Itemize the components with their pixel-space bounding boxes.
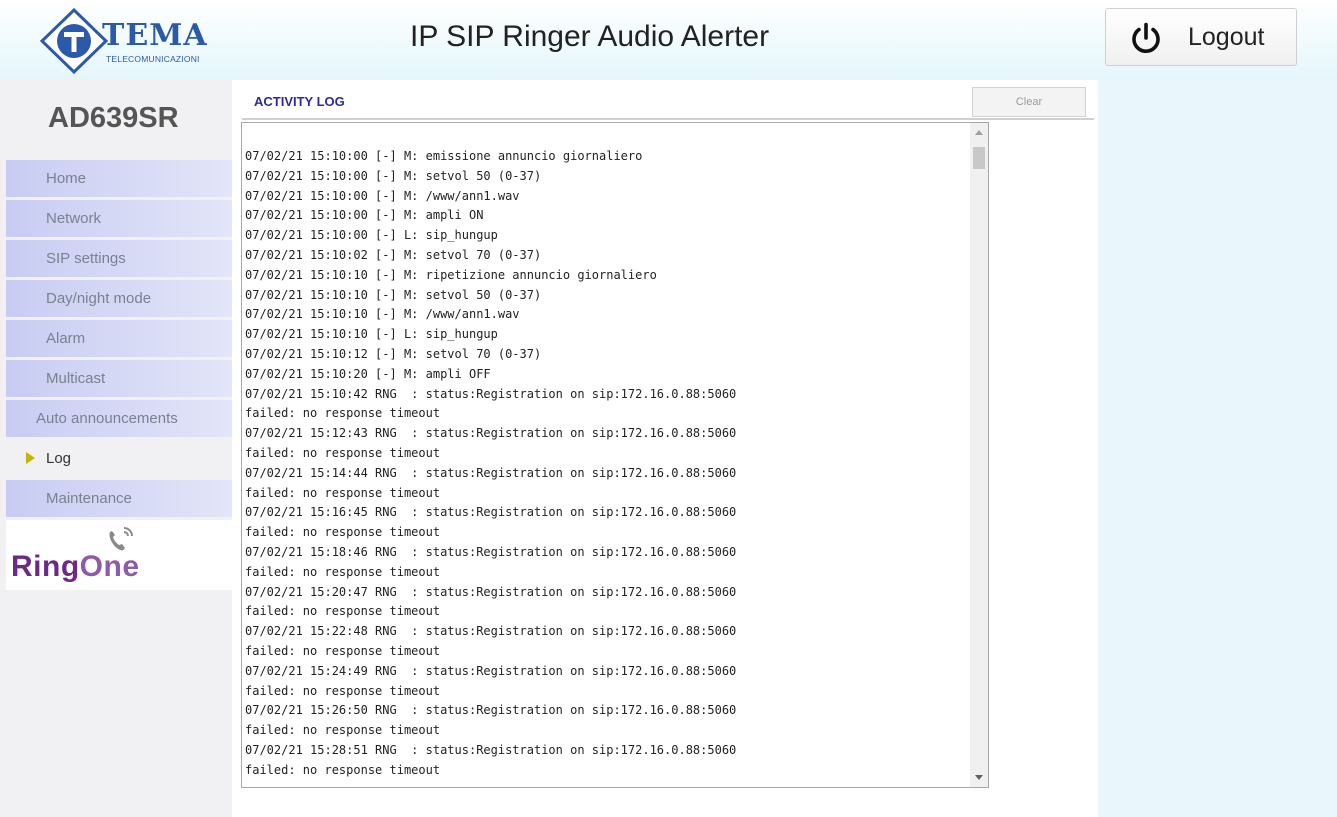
ringone-wordmark: RingOne (11, 550, 140, 584)
log-line: 07/02/21 15:24:49 RNG : status:Registrat… (245, 663, 737, 678)
sidebar-item-home[interactable]: Home (6, 160, 232, 197)
log-line: 07/02/21 15:10:12 [-] M: setvol 70 (0-37… (245, 346, 542, 361)
log-line: failed: no response timeout (245, 683, 441, 698)
sidebar-item-label: Home (46, 170, 87, 187)
log-line: 07/02/21 15:10:02 [-] M: setvol 70 (0-37… (245, 247, 542, 262)
right-panel (1098, 80, 1337, 817)
title-divider (242, 118, 1094, 120)
sidebar-item-label: Maintenance (46, 490, 132, 507)
sidebar-item-network[interactable]: Network (6, 200, 232, 237)
triangle-right-icon (26, 452, 35, 464)
log-line: 07/02/21 15:10:10 [-] M: ripetizione ann… (245, 267, 657, 282)
log-line: 07/02/21 15:28:51 RNG : status:Registrat… (245, 742, 737, 757)
log-line: 07/02/21 15:10:10 [-] M: /www/ann1.wav (245, 307, 520, 322)
log-line: failed: no response timeout (245, 723, 441, 738)
log-content: 07/02/21 15:10:00 [-] M: emissione annun… (245, 147, 965, 781)
section-title: ACTIVITY LOG (254, 94, 345, 109)
log-line: 07/02/21 15:14:44 RNG : status:Registrat… (245, 465, 737, 480)
log-line: 07/02/21 15:10:42 RNG : status:Registrat… (245, 386, 737, 401)
header-bar: TEMA TELECOMUNICAZIONI IP SIP Ringer Aud… (0, 0, 1337, 81)
log-line: failed: no response timeout (245, 406, 441, 421)
scroll-thumb[interactable] (973, 147, 985, 169)
log-line: 07/02/21 15:10:00 [-] M: emissione annun… (245, 149, 643, 163)
log-line: 07/02/21 15:18:46 RNG : status:Registrat… (245, 544, 737, 559)
log-scrollbar[interactable] (970, 123, 988, 787)
sidebar-item-label: SIP settings (46, 250, 126, 267)
sidebar-item-label: Alarm (46, 330, 86, 347)
brand-part-ring: Ring (11, 550, 80, 583)
ringone-logo: RingOne (6, 520, 232, 590)
sidebar-item-auto-announcements[interactable]: Auto announcements (6, 400, 232, 437)
sidebar-item-label: Log (46, 450, 72, 467)
log-line: 07/02/21 15:16:45 RNG : status:Registrat… (245, 505, 737, 520)
log-line: failed: no response timeout (245, 643, 441, 658)
logout-button[interactable]: Logout (1105, 8, 1297, 66)
log-line: 07/02/21 15:22:48 RNG : status:Registrat… (245, 624, 737, 639)
log-line: failed: no response timeout (245, 604, 441, 619)
sidebar-item-maintenance[interactable]: Maintenance (6, 480, 232, 517)
log-line: 07/02/21 15:10:10 [-] M: setvol 50 (0-37… (245, 287, 542, 302)
log-line: 07/02/21 15:10:20 [-] M: ampli OFF (245, 366, 491, 381)
scroll-down-arrow-icon[interactable] (975, 775, 983, 780)
sidebar-item-label: Network (46, 210, 102, 227)
logo-wordmark: TEMA (102, 18, 208, 53)
log-line: 07/02/21 15:10:10 [-] L: sip_hungup (245, 327, 498, 342)
log-line: failed: no response timeout (245, 564, 441, 579)
log-line: 07/02/21 15:10:00 [-] L: sip_hungup (245, 228, 498, 243)
log-line: failed: no response timeout (245, 762, 441, 777)
sidebar-item-label: Multicast (46, 370, 106, 387)
logo-subtext: TELECOMUNICAZIONI (106, 54, 200, 64)
sidebar-nav: Home Network SIP settings Day/night mode… (6, 160, 232, 520)
power-icon (1132, 22, 1160, 53)
activity-log-textarea[interactable]: 07/02/21 15:10:00 [-] M: emissione annun… (241, 122, 989, 788)
sidebar-item-multicast[interactable]: Multicast (6, 360, 232, 397)
sidebar-item-alarm[interactable]: Alarm (6, 320, 232, 357)
log-line: failed: no response timeout (245, 485, 441, 500)
page-title: IP SIP Ringer Audio Alerter (410, 20, 770, 53)
sidebar: AD639SR Home Network SIP settings Day/ni… (0, 80, 232, 817)
log-line: failed: no response timeout (245, 445, 441, 460)
log-line: 07/02/21 15:10:00 [-] M: ampli ON (245, 208, 484, 223)
tema-logo: TEMA TELECOMUNICAZIONI (39, 7, 230, 75)
scroll-up-arrow-icon[interactable] (975, 130, 983, 135)
device-model: AD639SR (48, 102, 179, 134)
log-line: 07/02/21 15:10:00 [-] M: setvol 50 (0-37… (245, 168, 542, 183)
main-content: ACTIVITY LOG Clear 07/02/21 15:10:00 [-]… (232, 80, 1098, 817)
sidebar-item-log[interactable]: Log (6, 440, 232, 477)
log-line: 07/02/21 15:20:47 RNG : status:Registrat… (245, 584, 737, 599)
sidebar-item-label: Auto announcements (36, 410, 178, 427)
brand-part-one: One (79, 550, 140, 583)
logout-label: Logout (1188, 23, 1265, 51)
sidebar-item-label: Day/night mode (46, 290, 152, 307)
log-line: 07/02/21 15:12:43 RNG : status:Registrat… (245, 426, 737, 441)
clear-button[interactable]: Clear (972, 87, 1086, 117)
log-line: failed: no response timeout (245, 525, 441, 540)
tema-logo-icon (39, 7, 109, 75)
log-line: 07/02/21 15:26:50 RNG : status:Registrat… (245, 703, 737, 718)
log-line: 07/02/21 15:10:00 [-] M: /www/ann1.wav (245, 188, 520, 203)
sidebar-item-day-night-mode[interactable]: Day/night mode (6, 280, 232, 317)
sidebar-item-sip-settings[interactable]: SIP settings (6, 240, 232, 277)
